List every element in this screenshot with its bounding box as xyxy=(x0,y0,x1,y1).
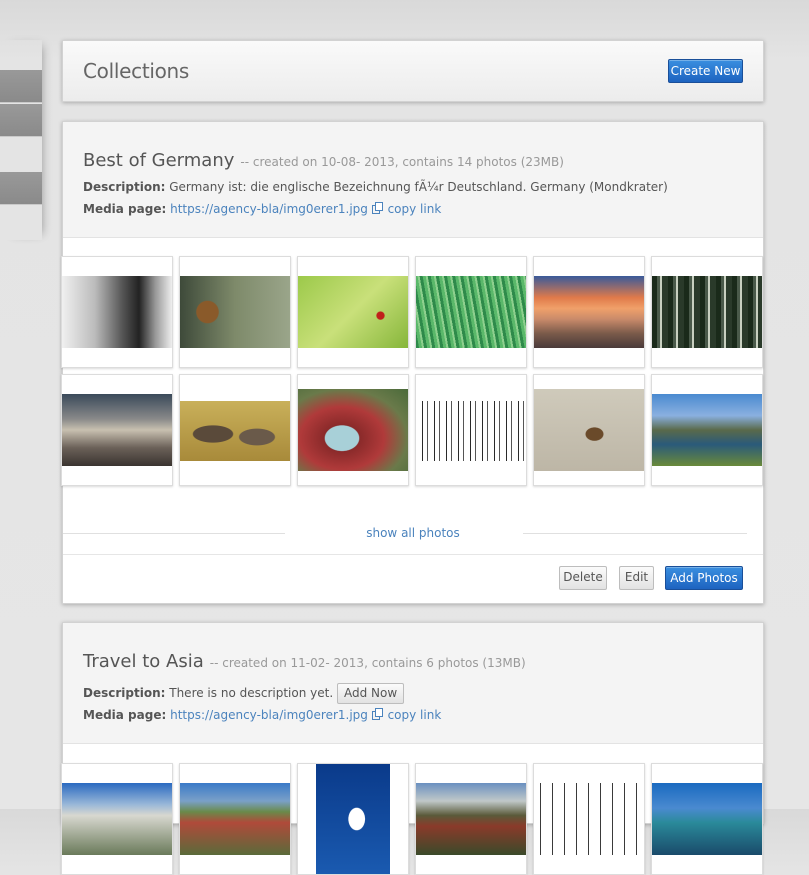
photo-thumb[interactable] xyxy=(297,374,409,486)
photo-image xyxy=(652,394,762,466)
media-page-row: Media page: https://agency-bla/img0erer1… xyxy=(83,202,441,216)
photo-image xyxy=(298,276,408,348)
show-all-row: show all photos xyxy=(63,524,763,544)
photo-thumb[interactable] xyxy=(533,256,645,368)
photo-image xyxy=(652,276,762,348)
copy-link[interactable]: copy link xyxy=(371,708,442,722)
create-new-button[interactable]: Create New xyxy=(668,59,743,83)
collection-header: Travel to Asia -- created on 11-02- 2013,… xyxy=(63,623,763,744)
copy-icon xyxy=(371,202,383,214)
collection-name: Best of Germany xyxy=(83,150,235,171)
side-nav-tab-3[interactable] xyxy=(0,172,42,205)
media-page-link[interactable]: https://agency-bla/img0erer1.jpg xyxy=(170,202,368,216)
description-label: Description: xyxy=(83,180,166,194)
photo-thumb[interactable] xyxy=(651,256,763,368)
photo-image xyxy=(180,276,290,348)
collection-meta: -- created on 10-08- 2013, contains 14 p… xyxy=(240,155,564,169)
description-row: Description: Germany ist: die englische … xyxy=(83,180,668,194)
media-page-label: Media page: xyxy=(83,708,167,722)
photo-image xyxy=(180,401,290,461)
copy-link-label: copy link xyxy=(387,708,442,722)
description-text: There is no description yet. xyxy=(169,686,334,700)
photo-image xyxy=(652,783,762,855)
collection-card-best-of-germany: Best of Germany -- created on 10-08- 2013… xyxy=(61,121,764,604)
photo-image xyxy=(180,783,290,855)
add-photos-button[interactable]: Add Photos xyxy=(665,566,743,590)
media-page-row: Media page: https://agency-bla/img0erer1… xyxy=(83,708,441,722)
show-all-photos-link[interactable]: show all photos xyxy=(63,526,763,540)
photo-image xyxy=(316,764,390,874)
edit-button[interactable]: Edit xyxy=(619,566,654,590)
collection-header: Best of Germany -- created on 10-08- 2013… xyxy=(63,122,763,238)
description-text: Germany ist: die englische Bezeichnung f… xyxy=(169,180,668,194)
photo-thumb[interactable] xyxy=(179,256,291,368)
photo-thumb[interactable] xyxy=(651,374,763,486)
photo-thumb[interactable] xyxy=(415,763,527,875)
delete-button[interactable]: Delete xyxy=(559,566,607,590)
collections-header: Collections Create New xyxy=(62,40,764,102)
photo-thumb[interactable] xyxy=(61,763,173,875)
side-nav-tab-1[interactable] xyxy=(0,70,42,103)
photo-thumb[interactable] xyxy=(415,374,527,486)
photo-image xyxy=(416,401,526,461)
photo-thumb[interactable] xyxy=(179,374,291,486)
copy-link-label: copy link xyxy=(387,202,442,216)
photo-thumb[interactable] xyxy=(533,374,645,486)
photo-thumb[interactable] xyxy=(297,256,409,368)
collection-meta: -- created on 11-02- 2013, contains 6 ph… xyxy=(209,656,526,670)
photo-thumb[interactable] xyxy=(179,763,291,875)
photo-image xyxy=(62,276,172,348)
description-row: Description: There is no description yet… xyxy=(83,683,405,704)
photo-image xyxy=(62,394,172,466)
photo-thumb[interactable] xyxy=(297,763,409,875)
footer-divider xyxy=(63,554,763,555)
media-page-link[interactable]: https://agency-bla/img0erer1.jpg xyxy=(170,708,368,722)
photo-image xyxy=(62,783,172,855)
collection-name: Travel to Asia xyxy=(83,651,204,672)
description-label: Description: xyxy=(83,686,166,700)
collection-title: Travel to Asia -- created on 11-02- 2013,… xyxy=(83,651,526,672)
photo-image xyxy=(298,389,408,471)
collection-card-travel-to-asia: Travel to Asia -- created on 11-02- 2013,… xyxy=(61,622,764,875)
page-title: Collections xyxy=(83,59,190,83)
copy-link[interactable]: copy link xyxy=(371,202,442,216)
photo-thumb[interactable] xyxy=(533,763,645,875)
add-description-button[interactable]: Add Now xyxy=(336,683,405,704)
photo-image xyxy=(416,276,526,348)
photo-thumb[interactable] xyxy=(61,256,173,368)
photo-image xyxy=(534,276,644,348)
photo-thumb[interactable] xyxy=(415,256,527,368)
photo-image xyxy=(534,783,644,855)
copy-icon xyxy=(371,708,383,720)
side-nav-tab-2[interactable] xyxy=(0,104,42,137)
collection-title: Best of Germany -- created on 10-08- 2013… xyxy=(83,150,564,171)
photo-image xyxy=(534,389,644,471)
photo-thumb[interactable] xyxy=(61,374,173,486)
photo-thumb[interactable] xyxy=(651,763,763,875)
media-page-label: Media page: xyxy=(83,202,167,216)
photo-image xyxy=(416,783,526,855)
